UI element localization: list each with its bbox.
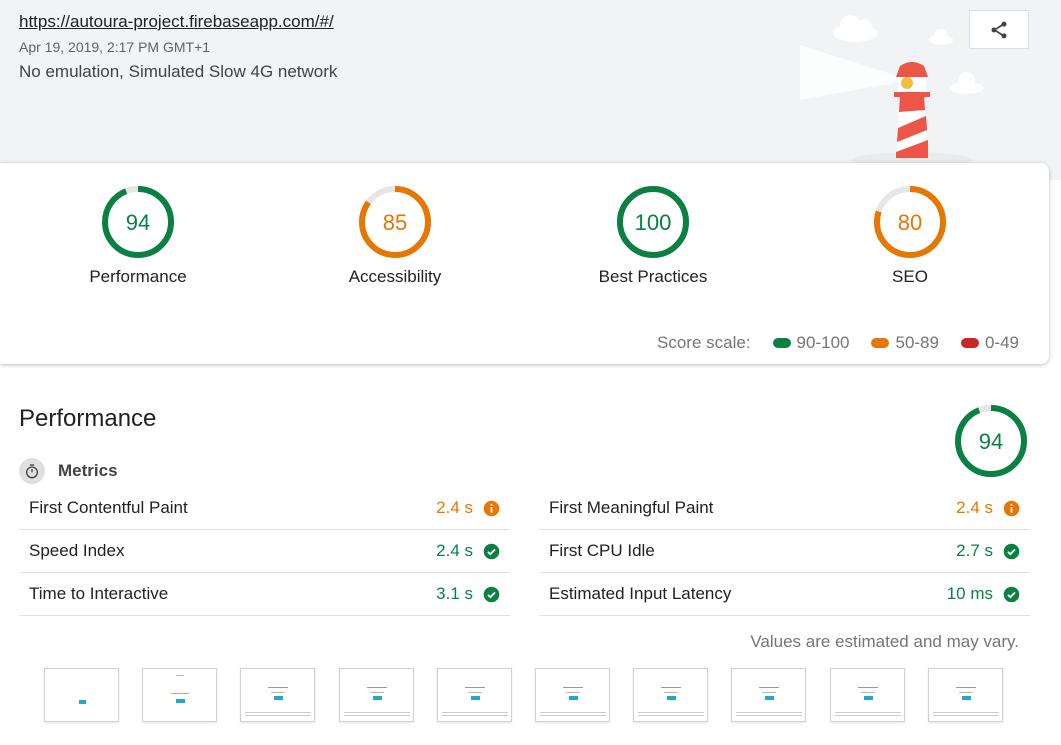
- metric-name: First CPU Idle: [549, 541, 655, 560]
- gauge-ring: 94: [102, 186, 174, 258]
- stopwatch-icon: [19, 458, 45, 484]
- metric-value: 2.7 s: [956, 541, 993, 560]
- report-url-link[interactable]: https://autoura-project.firebaseapp.com/…: [19, 12, 334, 32]
- metric-name: First Contentful Paint: [29, 498, 188, 517]
- metric-value: 2.4 s: [436, 498, 473, 517]
- check-icon: [483, 586, 500, 603]
- scores-summary-card: 94 Performance 85 Accessibility 100 Best…: [0, 163, 1049, 364]
- gauge-score: 85: [383, 210, 407, 235]
- metrics-title: Metrics: [58, 461, 118, 480]
- performance-section-title: Performance: [19, 405, 157, 432]
- filmstrip-frame: [142, 668, 218, 722]
- metric-value: 3.1 s: [436, 584, 473, 603]
- gauge-performance[interactable]: 94 Performance: [68, 185, 208, 287]
- emulation-info: No emulation, Simulated Slow 4G network: [19, 62, 338, 81]
- report-header: https://autoura-project.firebaseapp.com/…: [0, 0, 1061, 180]
- scale-fail-range: 0-49: [984, 333, 1019, 352]
- gauge-seo[interactable]: 80 SEO: [840, 185, 980, 287]
- score-scale-label: Score scale:: [657, 333, 751, 352]
- metric-value: 2.4 s: [956, 498, 993, 517]
- metric-row: Estimated Input Latency 10 ms: [539, 573, 1030, 616]
- filmstrip-frame: [436, 668, 512, 722]
- metric-name: Speed Index: [29, 541, 125, 560]
- gauge-score: 80: [898, 210, 922, 235]
- gauge-best-practices[interactable]: 100 Best Practices: [583, 185, 723, 287]
- gauge-score: 94: [126, 210, 150, 235]
- metric-value: 2.4 s: [436, 541, 473, 560]
- gauge-score: 100: [635, 210, 672, 235]
- metrics-header: Metrics: [19, 458, 118, 484]
- fail-pill-icon: [960, 338, 979, 348]
- metric-name: Estimated Input Latency: [549, 584, 732, 603]
- pass-pill-icon: [772, 338, 791, 348]
- metrics-left-column: First Contentful Paint 2.4 s Speed Index 2.…: [19, 487, 510, 616]
- gauge-label: Accessibility: [348, 267, 442, 286]
- performance-score-gauge: 94: [954, 404, 1028, 483]
- report-date: Apr 19, 2019, 2:17 PM GMT+1: [19, 39, 211, 55]
- gauge-score: 94: [979, 429, 1003, 454]
- filmstrip-frame: [731, 668, 807, 722]
- metric-row: Time to Interactive 3.1 s: [19, 573, 510, 616]
- metrics-right-column: First Meaningful Paint 2.4 s First CPU Idl…: [539, 487, 1030, 616]
- gauge-accessibility[interactable]: 85 Accessibility: [325, 185, 465, 287]
- filmstrip-frame: [338, 668, 414, 722]
- share-button[interactable]: [969, 10, 1029, 49]
- filmstrip-frame: [633, 668, 709, 722]
- filmstrip-frame: [240, 668, 316, 722]
- check-icon: [483, 543, 500, 560]
- check-icon: [1003, 586, 1020, 603]
- filmstrip-frame: [534, 668, 610, 722]
- gauge-label: SEO: [892, 267, 928, 286]
- gauge-ring: 80: [874, 186, 946, 258]
- metric-row: Speed Index 2.4 s: [19, 530, 510, 573]
- scale-pass-range: 90-100: [796, 333, 850, 352]
- estimate-note: Values are estimated and may vary.: [750, 632, 1019, 651]
- metric-name: First Meaningful Paint: [549, 498, 714, 517]
- filmstrip-frame: [927, 668, 1003, 722]
- info-icon: [1003, 500, 1020, 517]
- metric-row: First Contentful Paint 2.4 s: [19, 487, 510, 530]
- share-icon: [991, 21, 1007, 38]
- metric-name: Time to Interactive: [29, 584, 169, 603]
- scale-fail: 0-49: [960, 333, 1019, 353]
- scale-average-range: 50-89: [895, 333, 939, 352]
- average-pill-icon: [871, 338, 890, 348]
- gauge-ring: 85: [359, 186, 431, 258]
- scale-pass: 90-100: [772, 333, 850, 353]
- metric-value: 10 ms: [946, 584, 993, 603]
- gauge-ring: 100: [617, 186, 689, 258]
- score-scale-legend: Score scale: 90-100 50-89 0-49: [657, 333, 1019, 353]
- scale-average: 50-89: [871, 333, 939, 353]
- light-beam-icon: [800, 45, 910, 100]
- filmstrip: [44, 668, 1026, 722]
- info-icon: [483, 500, 500, 517]
- metric-row: First CPU Idle 2.7 s: [539, 530, 1030, 573]
- filmstrip-frame: [829, 668, 905, 722]
- metric-row: First Meaningful Paint 2.4 s: [539, 487, 1030, 530]
- filmstrip-frame: [44, 668, 119, 722]
- check-icon: [1003, 543, 1020, 560]
- gauge-label: Best Practices: [598, 267, 708, 286]
- gauge-label: Performance: [89, 267, 187, 286]
- gauge-ring: 94: [955, 405, 1027, 477]
